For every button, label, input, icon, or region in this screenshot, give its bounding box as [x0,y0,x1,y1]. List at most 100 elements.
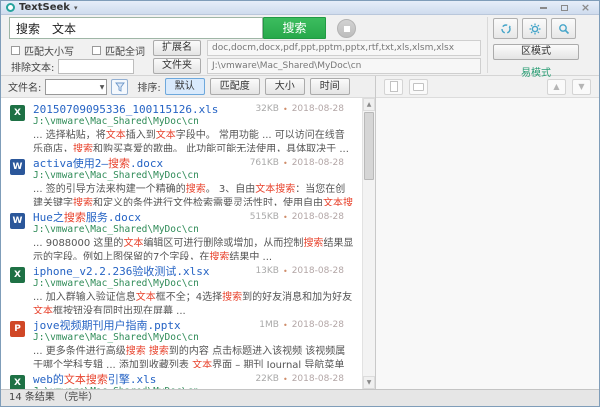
scroll-up-button[interactable]: ▲ [363,98,375,111]
match-highlight: 文本 [106,130,126,141]
result-snippet: ... 签的引导方法来构建一个精确的搜索。 3、自由文本搜索：当您在创建关键字搜… [33,183,354,206]
app-title: TextSeek [19,2,70,13]
status-bar: 14 条结果 （完毕） [1,389,599,406]
match-highlight: 文本 [156,130,176,141]
excel-file-icon: X [10,105,25,121]
titlebar-menu-caret[interactable]: ▾ [74,4,78,12]
list-toolbar: 文件名: ▼ 排序: 默认匹配度大小时间 [1,76,375,98]
excel-file-icon: X [10,267,25,283]
checkbox-icon [92,46,101,55]
text-fragment: 结果中 ... [229,252,272,261]
maximize-button[interactable] [556,2,573,13]
text-fragment: 插入到 [126,130,156,141]
result-item[interactable]: WHue之搜索服务.docx515KB•2018-08-28J:\vmware\… [1,206,362,260]
result-item[interactable]: Pjove视频期刊用户指南.pptx1MB•2018-08-28J:\vmwar… [1,314,362,368]
text-fragment: .docx [130,157,163,170]
match-highlight: 文本搜索 [255,184,295,195]
result-date: 2018-08-28 [292,104,344,114]
next-match-button[interactable]: ▼ [572,79,591,95]
match-case-label: 匹配大小写 [24,43,74,58]
result-size: 515KB [250,212,279,222]
text-fragment: 到的好友消息和加为好友 [242,292,352,303]
result-item[interactable]: Xweb的文本搜索引擎.xls22KB•2018-08-28J:\vmware\… [1,368,362,389]
text-fragment: 框不全；4选择 [156,292,222,303]
zone-mode-button[interactable]: 区模式 [493,44,579,60]
ppt-file-icon: P [10,321,25,337]
sort-button[interactable]: 大小 [265,78,305,95]
open-folder-button[interactable] [409,79,428,95]
result-item[interactable]: Xiphone_v2.2.236验收测试.xlsx13KB•2018-08-28… [1,260,362,314]
filename-filter-select[interactable]: ▼ [45,79,107,95]
close-button[interactable]: × [577,2,594,13]
word-file-icon: W [10,213,25,229]
gear-icon [529,23,541,35]
funnel-icon [115,82,125,92]
result-date: 2018-08-28 [292,158,344,168]
list-scrollbar[interactable]: ▲ ▼ [362,98,375,389]
titlebar: TextSeek ▾ × [1,1,599,15]
search-button[interactable]: 搜索 [263,17,326,39]
easy-mode-link[interactable]: 易模式 [493,64,579,79]
match-highlight: 搜索 [303,238,323,249]
folder-row: 文件夹 J:\vmware\Mac_Shared\MyDoc\cn [153,58,481,74]
extension-button[interactable]: 扩展名 [153,40,201,56]
minimize-button[interactable] [535,2,552,13]
stop-icon [344,26,350,32]
exclude-row: 排除文本: [11,59,134,74]
results-pane: 文件名: ▼ 排序: 默认匹配度大小时间 X20150709095336_100… [1,76,376,389]
folder-field[interactable]: J:\vmware\Mac_Shared\MyDoc\cn [207,58,481,74]
text-fragment: activa使用2— [33,157,108,170]
result-date: 2018-08-28 [292,266,344,276]
excel-file-icon: X [10,375,25,389]
chevron-down-icon: ▼ [100,84,105,91]
result-snippet: ... 更多条件进行高级搜索 搜索到的内容 点击标题进入该视频 该视频属于哪个学… [33,345,354,368]
preview-pane: ▲ ▼ [376,76,599,389]
text-fragment: 服务.docx [86,211,141,224]
result-date: 2018-08-28 [292,374,344,384]
advanced-search-button[interactable] [551,18,576,39]
preview-body[interactable] [376,98,599,389]
refresh-button[interactable] [493,18,518,39]
sort-button[interactable]: 默认 [165,78,205,95]
text-fragment: iphone_v2.2.236验收测试.xlsx [33,265,209,278]
match-case-checkbox[interactable]: 匹配大小写 [11,43,74,58]
result-date: 2018-08-28 [292,320,344,330]
bullet-icon: • [283,105,288,114]
match-highlight: 搜索 [149,346,169,357]
extension-field[interactable]: doc,docm,docx,pdf,ppt,pptm,pptx,rtf,txt,… [207,40,481,56]
folder-button[interactable]: 文件夹 [153,58,201,74]
match-highlight: 搜索 [73,144,93,153]
match-highlight: 搜索 [73,198,93,207]
scroll-down-button[interactable]: ▼ [363,376,375,389]
result-list: X20150709095336_100115126.xls32KB•2018-0… [1,98,375,389]
open-file-button[interactable] [384,79,403,95]
result-path: J:\vmware\Mac_Shared\MyDoc\cn [33,116,354,127]
filter-button[interactable] [111,79,128,95]
scrollbar-thumb[interactable] [364,112,374,180]
text-fragment: 和定义的条件进行文件检索需要灵活性时，使用自由 [93,198,323,207]
match-word-checkbox[interactable]: 匹配全词 [92,43,145,58]
settings-button[interactable] [522,18,547,39]
result-item[interactable]: X20150709095336_100115126.xls32KB•2018-0… [1,98,362,152]
arrow-down-icon: ▼ [578,82,584,91]
match-highlight: 搜索 [222,292,242,303]
search-options: 匹配大小写 匹配全词 [11,43,145,58]
sort-button[interactable]: 匹配度 [210,78,260,95]
text-fragment: jove视频期刊用户指南.pptx [33,319,181,332]
match-highlight: 搜索 [186,184,206,195]
search-panel: 搜索 匹配大小写 匹配全词 排除文本: 扩展名 doc,docm,docx,pd… [1,15,599,76]
result-meta: 32KB•2018-08-28 [255,104,344,114]
prev-match-button[interactable]: ▲ [547,79,566,95]
sort-button[interactable]: 时间 [310,78,350,95]
search-input[interactable] [9,17,263,39]
match-highlight: 搜索 [64,211,86,224]
result-size: 13KB [255,266,279,276]
maximize-icon [561,5,568,11]
text-fragment: 引擎.xls [108,373,157,386]
result-snippet: ... 9088000 这里的文本编辑区可进行删除或增加，从而控制搜索结果显示的… [33,237,354,260]
result-item[interactable]: Wactiva使用2—搜索.docx761KB•2018-08-28J:\vmw… [1,152,362,206]
match-highlight: 搜索 [209,252,229,261]
stop-button[interactable] [337,19,356,38]
text-fragment: ... 选择粘贴，将 [33,130,106,141]
exclude-input[interactable] [58,59,134,74]
